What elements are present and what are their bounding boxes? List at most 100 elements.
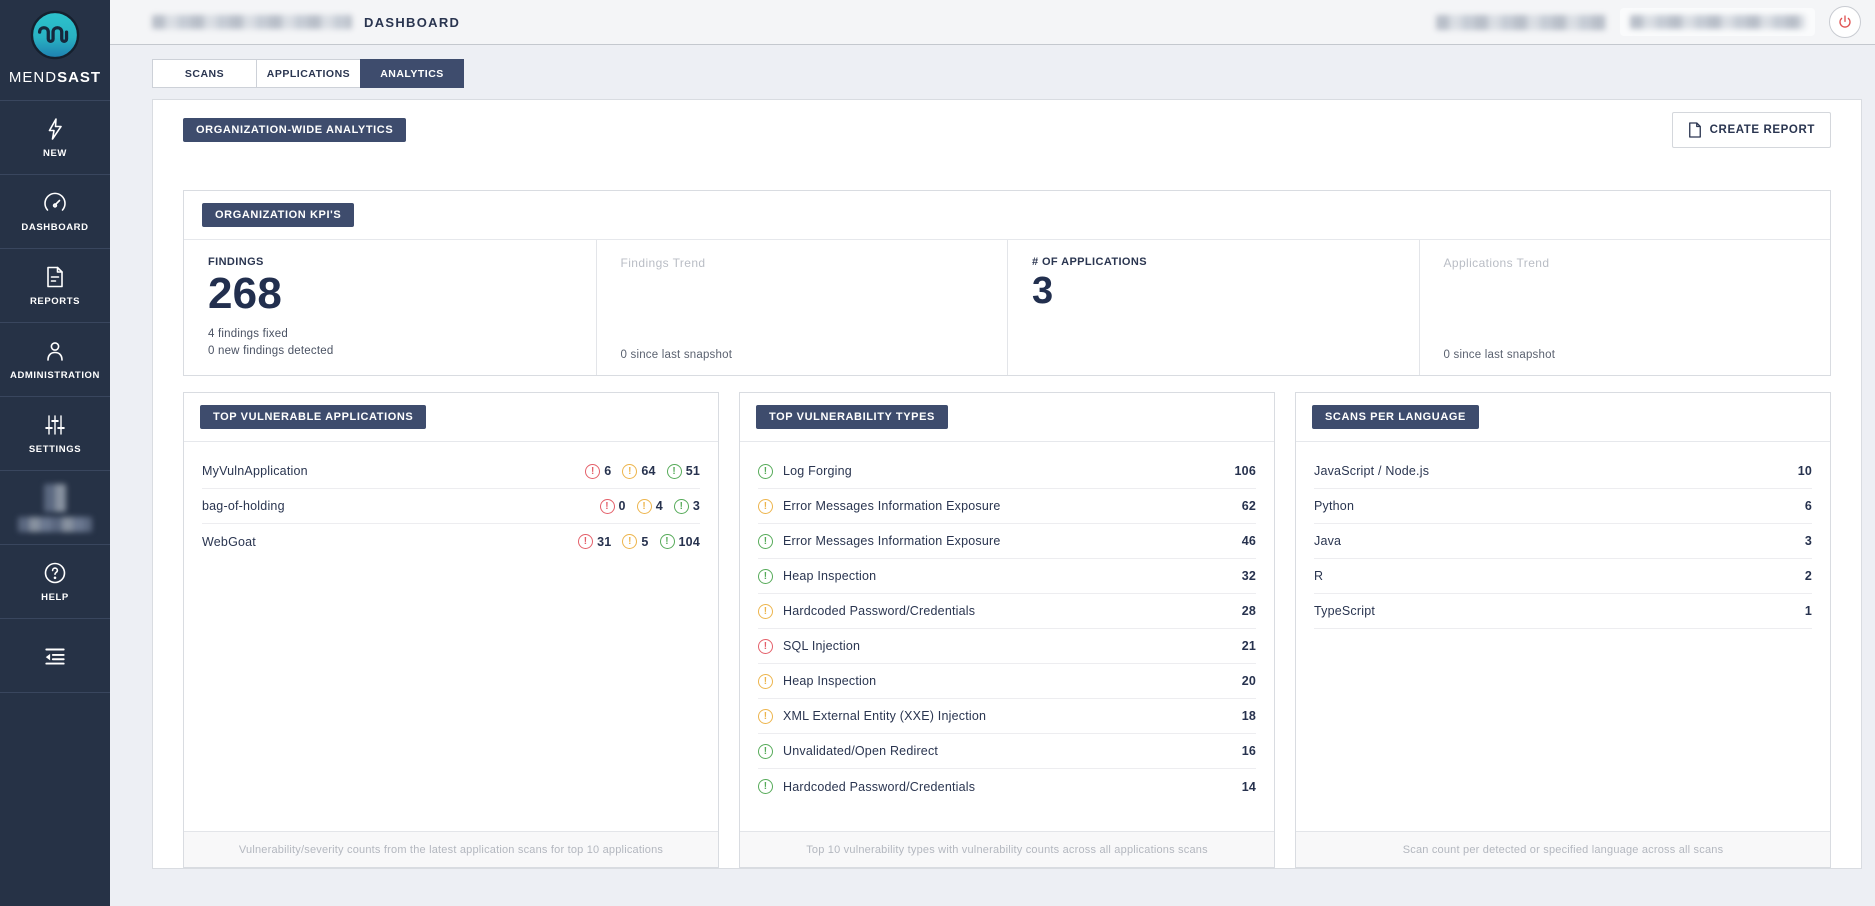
- sidebar-item-label: REPORTS: [30, 296, 80, 307]
- vulnerability-type-name: XML External Entity (XXE) Injection: [783, 709, 986, 723]
- lightning-icon: [43, 117, 67, 141]
- severity-icon: [758, 534, 773, 549]
- kpi-findings-trend-label: Findings Trend: [621, 256, 984, 270]
- person-icon: [43, 339, 67, 363]
- vulnerability-type-row[interactable]: Error Messages Information Exposure 46: [758, 524, 1256, 559]
- kpi-findings-label: FINDINGS: [208, 256, 572, 268]
- scan-count: 10: [1798, 464, 1812, 478]
- tab-scans[interactable]: SCANS: [152, 59, 256, 88]
- kpi-applications-label: # OF APPLICATIONS: [1032, 256, 1395, 268]
- scan-count: 1: [1805, 604, 1812, 618]
- sidebar-item-help[interactable]: HELP: [0, 544, 110, 618]
- vulnerability-type-name: Hardcoded Password/Credentials: [783, 780, 975, 794]
- kpi-findings-trend-note: 0 since last snapshot: [621, 349, 984, 361]
- kpis-title-badge: ORGANIZATION KPI'S: [202, 203, 354, 227]
- report-icon: [43, 265, 67, 289]
- medium-severity-icon: [637, 499, 652, 514]
- vulnerability-type-row[interactable]: Hardcoded Password/Credentials 14: [758, 769, 1256, 804]
- card-title-badge: TOP VULNERABLE APPLICATIONS: [200, 405, 426, 429]
- kpi-findings-value: 268: [208, 272, 572, 316]
- low-severity-icon: [667, 464, 682, 479]
- language-row[interactable]: Python 6: [1314, 489, 1812, 524]
- language-row[interactable]: Java 3: [1314, 524, 1812, 559]
- vulnerability-type-name: Log Forging: [783, 464, 852, 478]
- vulnerability-count: 106: [1235, 464, 1256, 478]
- high-severity-icon: [578, 534, 593, 549]
- organization-kpis-section: ORGANIZATION KPI'S FINDINGS 268 4 findin…: [183, 190, 1831, 376]
- kpi-applications-trend: Applications Trend 0 since last snapshot: [1419, 240, 1831, 375]
- vulnerability-type-name: Hardcoded Password/Credentials: [783, 604, 975, 618]
- kpi-applications-trend-note: 0 since last snapshot: [1444, 349, 1807, 361]
- sidebar-item-dashboard[interactable]: DASHBOARD: [0, 174, 110, 248]
- vulnerability-type-row[interactable]: Heap Inspection 20: [758, 664, 1256, 699]
- tab-analytics[interactable]: ANALYTICS: [360, 59, 464, 88]
- low-count: 104: [679, 535, 700, 549]
- logout-button[interactable]: [1829, 6, 1861, 38]
- sidebar-item-reports[interactable]: REPORTS: [0, 248, 110, 322]
- redacted-org-title: [152, 15, 352, 29]
- kpi-applications: # OF APPLICATIONS 3: [1007, 240, 1419, 375]
- sidebar-item-new[interactable]: NEW: [0, 100, 110, 174]
- language-row[interactable]: JavaScript / Node.js 10: [1314, 454, 1812, 489]
- application-name: MyVulnApplication: [202, 464, 308, 478]
- sidebar-item-administration[interactable]: ADMINISTRATION: [0, 322, 110, 396]
- severity-icon: [758, 639, 773, 654]
- vulnerability-type-name: Error Messages Information Exposure: [783, 534, 1001, 548]
- low-severity-icon: [660, 534, 675, 549]
- medium-count: 4: [656, 499, 663, 513]
- kpi-findings-detail: 4 findings fixed 0 new findings detected: [208, 326, 572, 359]
- language-row[interactable]: TypeScript 1: [1314, 594, 1812, 629]
- gauge-icon: [43, 191, 67, 215]
- card-title-badge: TOP VULNERABILITY TYPES: [756, 405, 948, 429]
- kpi-findings: FINDINGS 268 4 findings fixed 0 new find…: [184, 240, 596, 375]
- create-report-button[interactable]: CREATE REPORT: [1672, 112, 1831, 148]
- severity-icon: [758, 744, 773, 759]
- card-footer-note: Scan count per detected or specified lan…: [1296, 831, 1830, 867]
- language-name: R: [1314, 569, 1323, 583]
- sidebar: MENDSAST NEW DASHBOARD REPORTS ADMINISTR…: [0, 0, 110, 906]
- redacted-account-info: [1436, 15, 1606, 30]
- vulnerability-count: 32: [1242, 569, 1256, 583]
- card-footer-note: Top 10 vulnerability types with vulnerab…: [740, 831, 1274, 867]
- vulnerability-type-row[interactable]: Hardcoded Password/Credentials 28: [758, 594, 1256, 629]
- page-title: DASHBOARD: [364, 15, 460, 30]
- kpi-applications-trend-label: Applications Trend: [1444, 256, 1807, 270]
- content: SCANS APPLICATIONS ANALYTICS ORGANIZATIO…: [110, 45, 1875, 906]
- sidebar-collapse-button[interactable]: [0, 618, 110, 692]
- severity-icon: [758, 604, 773, 619]
- vulnerability-count: 21: [1242, 639, 1256, 653]
- high-severity-icon: [585, 464, 600, 479]
- mend-logo-icon: [30, 10, 80, 60]
- language-row[interactable]: R 2: [1314, 559, 1812, 594]
- sidebar-item-user[interactable]: [0, 470, 110, 544]
- low-count: 51: [686, 464, 700, 478]
- sidebar-item-label: HELP: [41, 592, 69, 603]
- scan-count: 6: [1805, 499, 1812, 513]
- top-vulnerable-applications-card: TOP VULNERABLE APPLICATIONS MyVulnApplic…: [183, 392, 719, 868]
- sliders-icon: [43, 413, 67, 437]
- high-severity-icon: [600, 499, 615, 514]
- tab-bar: SCANS APPLICATIONS ANALYTICS: [152, 59, 1862, 88]
- medium-count: 64: [641, 464, 655, 478]
- application-row[interactable]: MyVulnApplication 6 64 51: [202, 454, 700, 489]
- vulnerability-type-row[interactable]: XML External Entity (XXE) Injection 18: [758, 699, 1256, 734]
- severity-icon: [758, 709, 773, 724]
- severity-icon: [758, 499, 773, 514]
- vulnerability-count: 28: [1242, 604, 1256, 618]
- vulnerability-count: 20: [1242, 674, 1256, 688]
- medium-count: 5: [641, 535, 648, 549]
- application-row[interactable]: WebGoat 31 5 104: [202, 524, 700, 559]
- vulnerability-type-row[interactable]: SQL Injection 21: [758, 629, 1256, 664]
- low-severity-icon: [674, 499, 689, 514]
- user-menu[interactable]: [1620, 8, 1815, 36]
- application-row[interactable]: bag-of-holding 0 4 3: [202, 489, 700, 524]
- severity-icon: [758, 569, 773, 584]
- vulnerability-type-row[interactable]: Heap Inspection 32: [758, 559, 1256, 594]
- vulnerability-type-row[interactable]: Unvalidated/Open Redirect 16: [758, 734, 1256, 769]
- tab-applications[interactable]: APPLICATIONS: [256, 59, 360, 88]
- vulnerability-type-row[interactable]: Error Messages Information Exposure 62: [758, 489, 1256, 524]
- vulnerability-type-row[interactable]: Log Forging 106: [758, 454, 1256, 489]
- sidebar-item-settings[interactable]: SETTINGS: [0, 396, 110, 470]
- main-area: DASHBOARD SCANS APPLICATIONS ANALYTICS O…: [110, 0, 1875, 906]
- severity-icon: [758, 464, 773, 479]
